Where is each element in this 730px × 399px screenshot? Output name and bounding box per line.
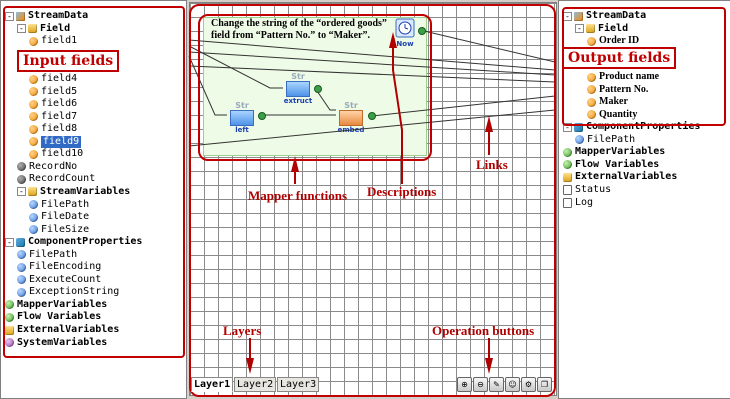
annotation-arrows [246,32,493,374]
layers-label: Layers [223,323,262,338]
operation-buttons-label: Operation buttons [432,323,535,338]
edit-button[interactable]: ✎ [489,377,504,392]
zoom-in-button[interactable]: ⊕ [457,377,472,392]
comment-button[interactable]: ☺ [505,377,520,392]
links-label: Links [476,157,508,172]
mapper-functions-label: Mapper functions [248,188,348,203]
tab-layer3[interactable]: Layer3 [277,377,320,392]
copy-button[interactable]: ❐ [537,377,552,392]
zoom-out-button[interactable]: ⊖ [473,377,488,392]
descriptions-label: Descriptions [367,184,437,199]
settings-button[interactable]: ⚙ [521,377,536,392]
tab-layer1[interactable]: Layer1 [191,377,234,392]
tab-layer2[interactable]: Layer2 [234,377,277,392]
